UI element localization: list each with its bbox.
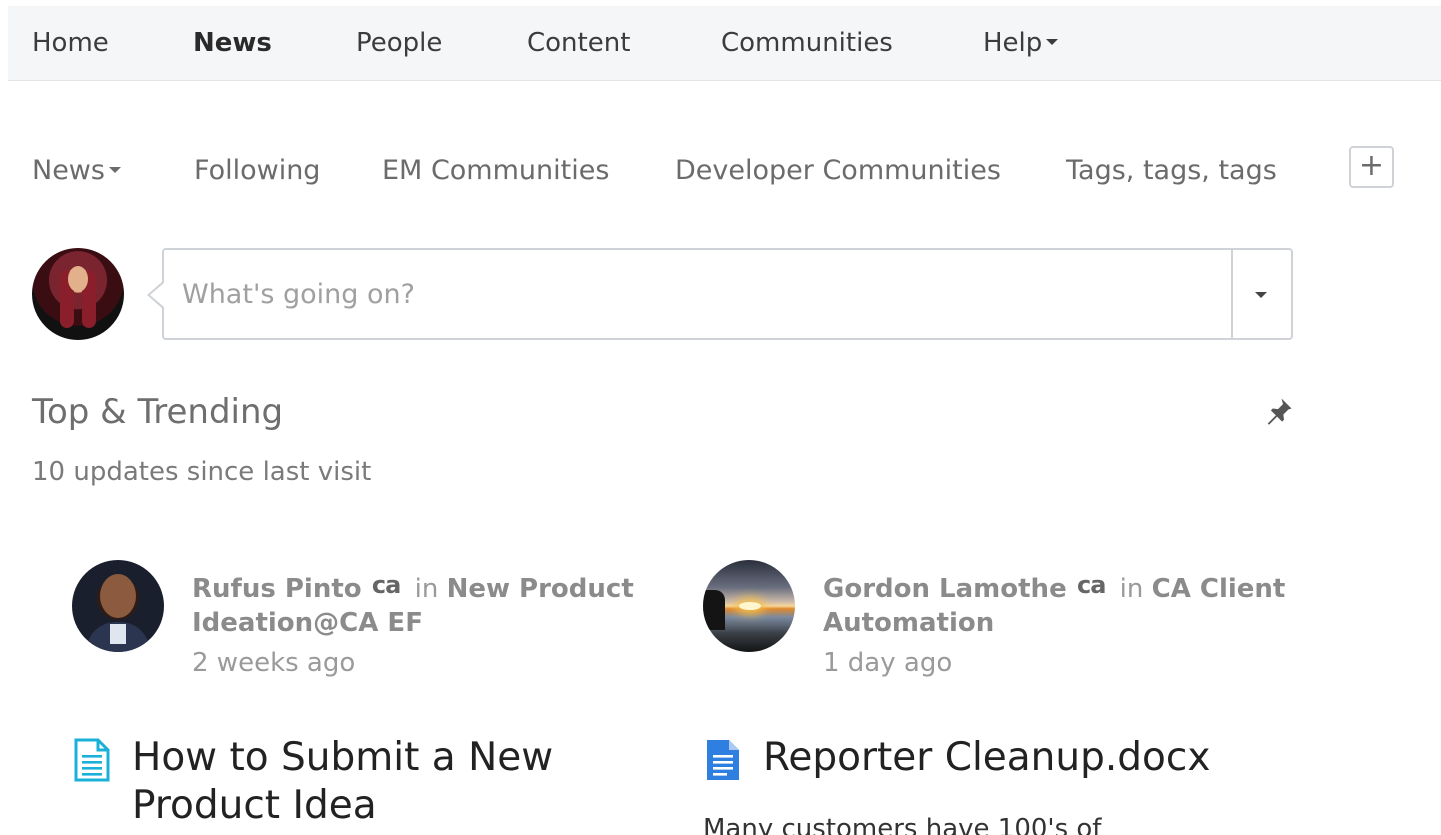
avatar-detail xyxy=(110,624,126,644)
avatar-detail xyxy=(703,590,725,630)
word-document-icon xyxy=(707,740,739,780)
nav-news[interactable]: News xyxy=(193,6,272,81)
status-input[interactable] xyxy=(182,250,1222,338)
ca-badge-icon: ca xyxy=(371,571,401,599)
content-title-link[interactable]: How to Submit a New Product Idea xyxy=(132,734,652,830)
nav-help-label: Help xyxy=(983,28,1043,58)
activity-card: Gordon Lamothe ca in CA Client Automatio… xyxy=(701,560,1301,835)
updates-count: 10 updates since last visit xyxy=(32,457,372,487)
tab-developer-communities[interactable]: Developer Communities xyxy=(675,150,1001,192)
chevron-down-icon xyxy=(1255,292,1267,298)
nav-help[interactable]: Help xyxy=(983,6,1059,81)
pin-icon[interactable] xyxy=(1264,396,1294,426)
nav-communities[interactable]: Communities xyxy=(721,6,893,81)
nav-content[interactable]: Content xyxy=(527,6,630,81)
card-meta: Gordon Lamothe ca in CA Client Automatio… xyxy=(823,571,1293,640)
tab-tags[interactable]: Tags, tags, tags xyxy=(1066,150,1277,192)
in-label: in xyxy=(1119,574,1144,604)
nav-home[interactable]: Home xyxy=(32,6,109,81)
avatar[interactable] xyxy=(703,560,795,652)
nav-people[interactable]: People xyxy=(356,6,442,81)
tab-news-label: News xyxy=(32,155,105,186)
tab-em-communities[interactable]: EM Communities xyxy=(382,150,609,192)
composer-options-button[interactable] xyxy=(1231,250,1291,338)
composer-pointer xyxy=(150,283,164,307)
avatar-detail xyxy=(100,574,136,618)
chevron-down-icon xyxy=(108,166,121,173)
main-nav: Home News People Content Communities Hel… xyxy=(8,6,1441,81)
content-title-link[interactable]: Reporter Cleanup.docx xyxy=(763,734,1283,782)
section-title: Top & Trending xyxy=(32,392,284,432)
status-composer xyxy=(162,248,1293,340)
card-meta: Rufus Pinto ca in New Product Ideation@C… xyxy=(192,571,662,640)
activity-card: Rufus Pinto ca in New Product Ideation@C… xyxy=(70,560,670,835)
avatar-detail xyxy=(68,266,88,292)
author-link[interactable]: Rufus Pinto xyxy=(192,574,362,604)
tab-news[interactable]: News xyxy=(32,150,121,192)
chevron-down-icon xyxy=(1046,38,1059,45)
timestamp: 1 day ago xyxy=(823,648,953,678)
timestamp: 2 weeks ago xyxy=(192,648,356,678)
tab-following[interactable]: Following xyxy=(194,150,320,192)
content-excerpt: Many customers have 100's of xyxy=(703,814,1102,835)
ca-badge-icon: ca xyxy=(1076,571,1106,599)
author-link[interactable]: Gordon Lamothe xyxy=(823,574,1067,604)
document-text-icon xyxy=(74,738,110,782)
avatar[interactable] xyxy=(72,560,164,652)
in-label: in xyxy=(414,574,439,604)
page: Home News People Content Communities Hel… xyxy=(0,0,1441,835)
add-stream-button[interactable]: + xyxy=(1349,146,1394,188)
avatar[interactable] xyxy=(32,248,124,340)
avatar-detail xyxy=(739,602,761,610)
